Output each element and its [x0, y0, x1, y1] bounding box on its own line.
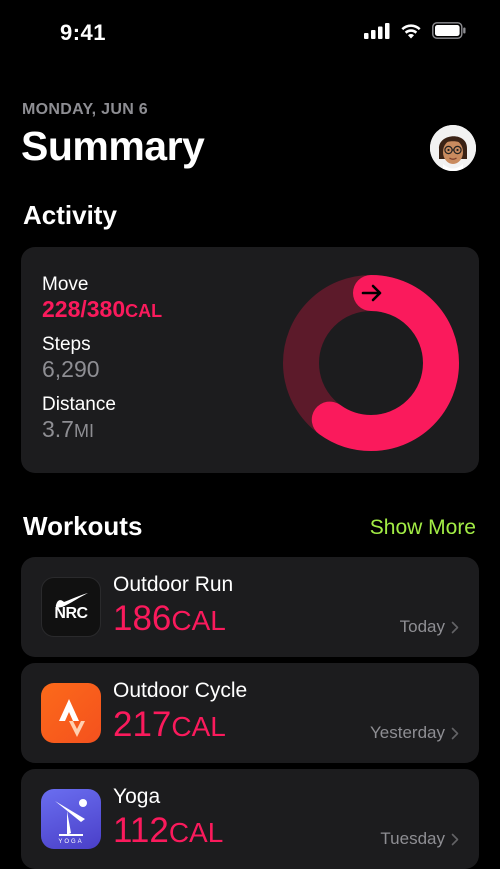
workout-calories-number: 217: [113, 705, 172, 744]
avatar[interactable]: [430, 125, 476, 171]
workout-row-yoga[interactable]: YOGA Yoga 112CAL Tuesday: [21, 769, 479, 869]
strava-logo-icon: [59, 699, 85, 737]
yoga-logo-text: YOGA: [58, 839, 84, 845]
cellular-signal-icon: [364, 22, 390, 39]
chevron-right-icon: [451, 833, 459, 845]
yoga-app-icon: YOGA: [41, 789, 101, 849]
workout-day: Tuesday: [380, 829, 459, 849]
memoji-avatar-icon: [430, 125, 476, 171]
move-ring: [283, 275, 459, 451]
workout-name: Outdoor Cycle: [113, 679, 248, 702]
wifi-icon: [401, 23, 421, 38]
workout-day: Yesterday: [370, 723, 459, 743]
chevron-right-icon: [451, 621, 459, 633]
distance-label: Distance: [42, 394, 116, 415]
workout-calories-number: 186: [113, 599, 172, 638]
distance-value: 3.7MI: [42, 416, 94, 443]
workout-day: Today: [400, 617, 459, 637]
move-value: 228/380CAL: [42, 296, 162, 323]
workout-calories-unit: CAL: [168, 817, 224, 848]
workout-calories-unit: CAL: [171, 711, 226, 742]
workouts-section-title: Workouts: [23, 511, 143, 541]
workout-calories: 186CAL: [113, 599, 226, 639]
move-value-number: 228/380: [42, 296, 126, 322]
chevron-right-icon: [451, 727, 459, 739]
show-more-link[interactable]: Show More: [370, 516, 476, 540]
workout-calories: 217CAL: [113, 705, 226, 745]
status-bar: 9:41: [0, 0, 500, 60]
workout-calories-number: 112: [113, 811, 169, 850]
workout-day-label: Today: [399, 617, 445, 636]
workout-name: Outdoor Run: [113, 573, 234, 596]
activity-card[interactable]: Move 228/380CAL Steps 6,290 Distance 3.7…: [21, 247, 479, 473]
workout-day-label: Yesterday: [370, 723, 445, 742]
distance-unit: MI: [73, 421, 94, 441]
activity-section-title: Activity: [23, 200, 117, 230]
nike-run-club-app-icon: NRC: [41, 577, 101, 637]
move-unit: CAL: [125, 301, 163, 321]
battery-icon: [432, 22, 466, 39]
steps-value: 6,290: [42, 356, 100, 382]
status-time: 9:41: [60, 20, 107, 45]
nrc-logo-text: NRC: [54, 605, 88, 622]
distance-value-number: 3.7: [42, 416, 74, 442]
move-label: Move: [42, 274, 89, 295]
workout-name: Yoga: [113, 785, 161, 808]
strava-app-icon: [41, 683, 101, 743]
date-label: MONDAY, JUN 6: [22, 101, 149, 118]
workout-row-outdoor-run[interactable]: NRC Outdoor Run 186CAL Today: [21, 557, 479, 657]
workout-day-label: Tuesday: [380, 829, 445, 848]
workout-calories-unit: CAL: [171, 605, 226, 636]
page-title: Summary: [21, 123, 205, 169]
workout-row-outdoor-cycle[interactable]: Outdoor Cycle 217CAL Yesterday: [21, 663, 479, 763]
status-icons: [364, 22, 466, 39]
workout-calories: 112CAL: [113, 811, 223, 851]
steps-label: Steps: [42, 334, 91, 355]
